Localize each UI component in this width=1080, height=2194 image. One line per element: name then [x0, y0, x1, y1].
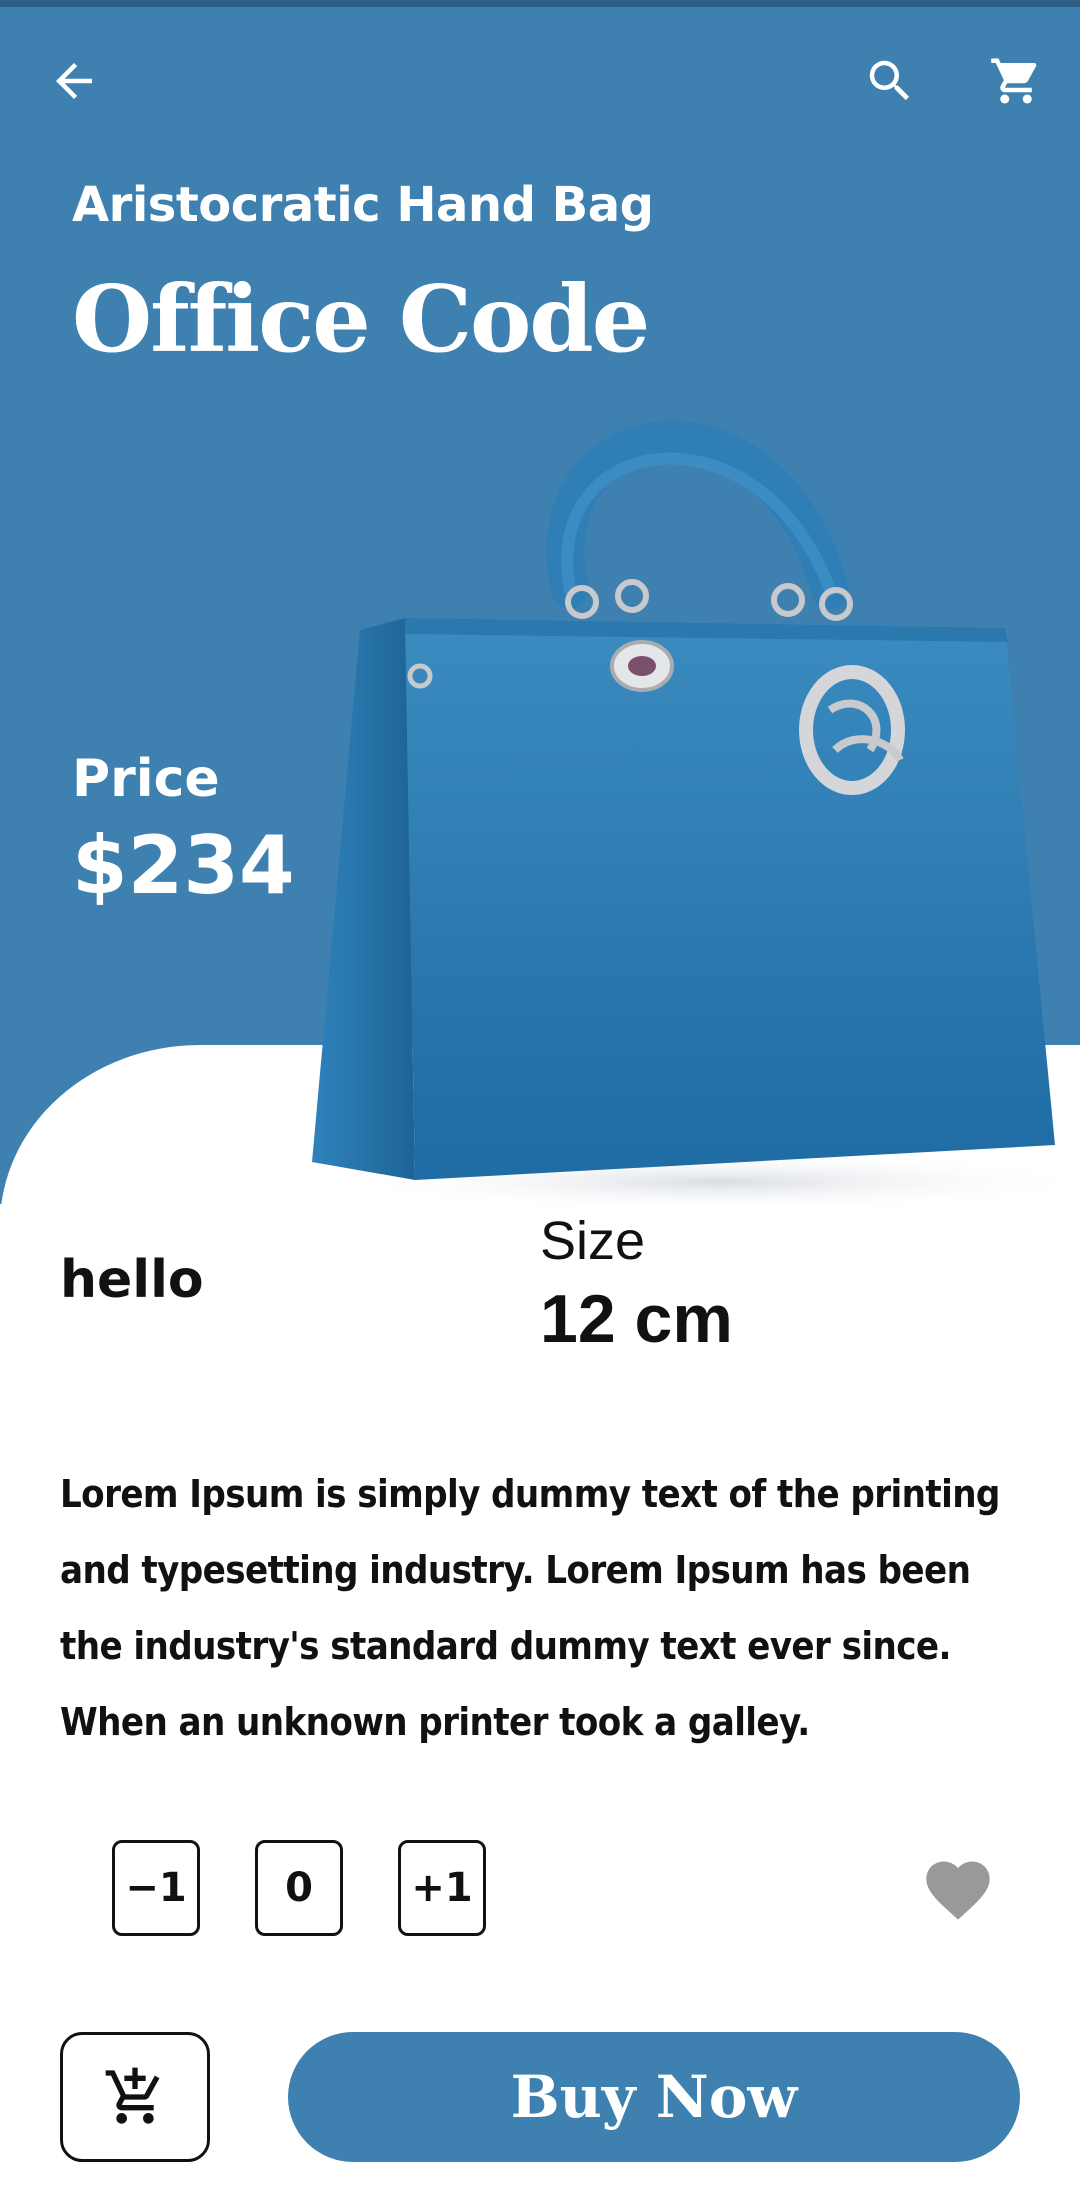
add-to-cart-button[interactable] — [60, 2032, 210, 2162]
product-description: Lorem Ipsum is simply dummy text of the … — [60, 1472, 1000, 1744]
price-label: Price — [72, 749, 220, 809]
quantity-decrement-button[interactable]: −1 — [112, 1840, 200, 1936]
search-icon — [869, 60, 910, 101]
buy-now-button[interactable]: Buy Now — [288, 2032, 1020, 2162]
color-value: hello — [60, 1250, 204, 1310]
quantity-value: 0 — [255, 1840, 343, 1936]
back-button[interactable] — [34, 41, 114, 121]
search-button[interactable] — [850, 41, 930, 121]
product-image — [312, 420, 1080, 1210]
cart-icon — [991, 58, 1037, 104]
size-value: 12 cm — [540, 1281, 733, 1357]
product-title: Office Code — [72, 265, 650, 373]
status-strip — [0, 0, 1080, 7]
cart-button[interactable] — [976, 41, 1056, 121]
quantity-increment-button[interactable]: +1 — [398, 1840, 486, 1936]
arrow-left-icon — [56, 63, 92, 99]
price-value: $234 — [72, 819, 295, 912]
product-subtitle: Aristocratic Hand Bag — [72, 177, 654, 233]
cart-plus-icon — [105, 2067, 160, 2124]
heart-icon[interactable] — [920, 1852, 996, 1928]
size-label: Size — [540, 1211, 646, 1271]
